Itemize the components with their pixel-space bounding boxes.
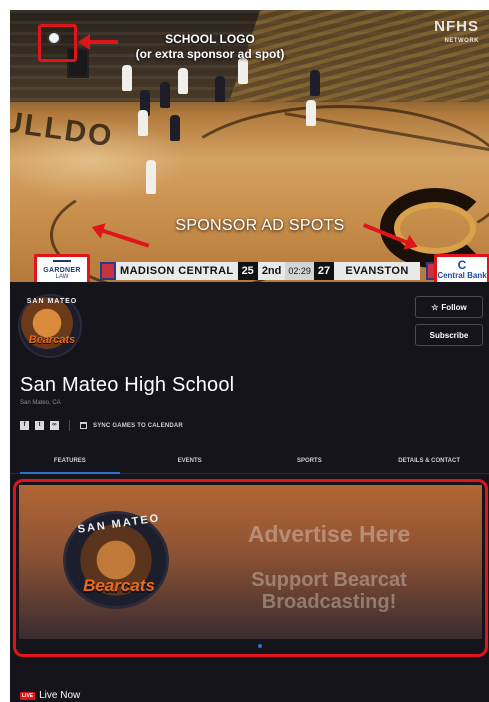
game-period: 2nd	[261, 265, 282, 277]
banner-subtitle: Support Bearcat Broadcasting!	[251, 569, 407, 613]
player	[306, 100, 316, 126]
sync-calendar-link[interactable]: SYNC GAMES TO CALENDAR	[93, 423, 183, 429]
home-team-name: MADISON CENTRAL	[120, 265, 234, 277]
school-profile: SAN MATEO Bearcats ☆ Follow Subscribe Sa…	[10, 282, 489, 702]
player	[178, 68, 188, 94]
home-team-logo-icon	[100, 262, 116, 280]
live-badge: LIVE	[20, 691, 36, 700]
calendar-icon	[80, 422, 87, 429]
school-logo-callout: SCHOOL LOGO (or extra sponsor ad spot)	[135, 32, 285, 61]
social-links: f t ∞ SYNC GAMES TO CALENDAR	[20, 420, 183, 431]
away-score: 27	[313, 262, 335, 280]
subscribe-button[interactable]: Subscribe	[415, 324, 483, 346]
player	[215, 76, 225, 102]
player	[310, 70, 320, 96]
tab-details-contact[interactable]: DETAILS & CONTACT	[369, 452, 489, 473]
school-logo-icon	[47, 31, 61, 45]
score-bar: MADISON CENTRAL 25 2nd 02:29 27 EVANSTON	[100, 262, 420, 280]
player	[160, 82, 170, 108]
school-logo-spot	[38, 24, 77, 62]
tab-features[interactable]: FEATURES	[10, 452, 130, 474]
game-clock: 02:29	[285, 262, 314, 280]
feature-ad-banner[interactable]: SAN MATEO Bearcats Advertise Here Suppor…	[19, 485, 482, 639]
sponsor-ad-right[interactable]: C Central Bank	[434, 254, 489, 282]
tab-events[interactable]: EVENTS	[130, 452, 250, 473]
tab-sports[interactable]: SPORTS	[250, 452, 370, 473]
player	[146, 160, 156, 194]
twitter-icon[interactable]: t	[35, 421, 44, 430]
player	[122, 65, 132, 91]
video-player[interactable]: ULLDO NFHS NETWORK SCHOOL LOGO (or extra…	[10, 10, 489, 282]
player	[138, 110, 148, 136]
central-bank-icon: C	[457, 258, 467, 272]
star-icon: ☆	[431, 302, 439, 312]
home-score: 25	[237, 262, 258, 280]
profile-tabs: FEATURES EVENTS SPORTS DETAILS & CONTACT	[10, 452, 489, 474]
sponsor-mark-icon	[53, 260, 71, 266]
live-now-label: Live Now	[39, 690, 81, 701]
divider	[69, 420, 70, 431]
away-team-name: EVANSTON	[345, 265, 409, 277]
follow-button[interactable]: ☆ Follow	[415, 296, 483, 318]
live-now-header: LIVE Live Now	[20, 690, 80, 701]
banner-title: Advertise Here	[247, 521, 411, 547]
sponsor-ad-left[interactable]: GARDNER LAW	[34, 254, 90, 282]
sponsor-callout: SPONSOR AD SPOTS	[175, 217, 345, 234]
school-location: San Mateo, CA	[20, 400, 61, 406]
school-name: San Mateo High School	[20, 374, 235, 396]
annotation-arrow	[78, 34, 118, 50]
school-logo: SAN MATEO Bearcats	[18, 294, 82, 358]
facebook-icon[interactable]: f	[20, 421, 29, 430]
network-logo: NFHS NETWORK	[434, 18, 479, 44]
player	[170, 115, 180, 141]
bearcats-logo: SAN MATEO Bearcats	[63, 511, 169, 609]
scorebug: GARDNER LAW MADISON CENTRAL 25 2nd 02:29…	[34, 254, 489, 282]
carousel-dot[interactable]	[258, 644, 262, 648]
link-icon[interactable]: ∞	[50, 421, 59, 430]
